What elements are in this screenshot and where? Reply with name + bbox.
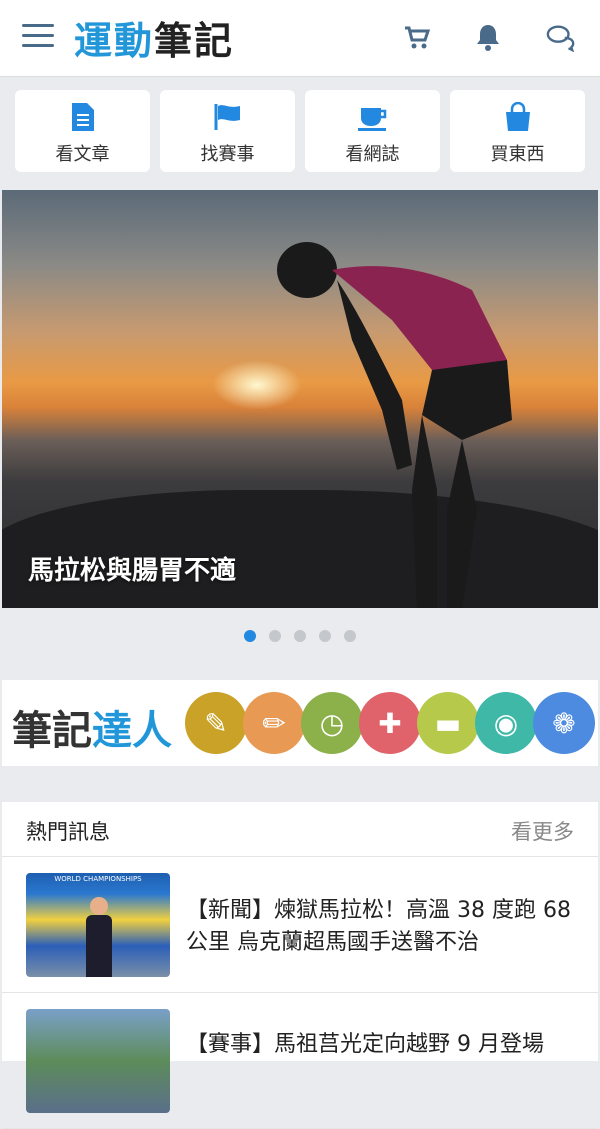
runner-silhouette [277,242,512,608]
expert-banner[interactable]: 筆記達人 ✎ ✏ ◷ ✚ ▬ ◉ ❁ [2,680,598,766]
stopwatch-icon[interactable]: ◷ [301,692,363,754]
carousel-dot-5[interactable] [344,630,356,642]
news-thumbnail [26,1009,170,1113]
logo-text-2: 筆記 [154,18,235,63]
quick-link-articles[interactable]: 看文章 [15,90,150,172]
flag-icon [214,104,240,130]
news-title[interactable]: 【新聞】煉獄馬拉松！高溫 38 度跑 68 公里 烏克蘭超馬國手送醫不治 [186,895,576,959]
thumbnail-banner-text: WORLD CHAMPIONSHIPS [54,875,142,883]
document-icon [71,103,94,131]
quick-link-label: 看網誌 [345,144,400,165]
hot-news-section: 熱門訊息 看更多 WORLD CHAMPIONSHIPS 【新聞】煉獄馬拉松！高… [2,802,598,1129]
logo-text-1: 運動 [74,18,155,63]
cart-icon[interactable] [402,22,432,52]
carousel-dot-4[interactable] [319,630,331,642]
expert-title-part1: 筆記 [12,708,92,754]
quick-link-shop[interactable]: 買東西 [450,90,585,172]
carousel-dot-2[interactable] [269,630,281,642]
shopping-bag-icon [505,102,530,131]
chat-icon[interactable] [546,22,576,52]
quick-link-label: 找賽事 [200,144,255,165]
pencil-icon[interactable]: ✏ [243,692,305,754]
quill-icon[interactable]: ✎ [185,692,247,754]
quick-link-blogs[interactable]: 看網誌 [305,90,440,172]
see-more-link[interactable]: 看更多 [511,816,574,846]
site-logo[interactable]: 運動 筆記 [74,12,235,63]
quick-link-events[interactable]: 找賽事 [160,90,295,172]
hero-carousel-slide[interactable]: 馬拉松與腸胃不適 [2,190,598,608]
bike-icon[interactable]: ❁ [533,692,595,754]
carousel-dots [244,630,356,642]
news-title[interactable]: 【賽事】馬祖莒光定向越野 9 月登場 [186,1029,576,1061]
hot-news-title: 熱門訊息 [26,820,110,844]
expert-title-part2: 達人 [92,708,172,754]
bell-icon[interactable] [473,22,503,52]
hero-caption[interactable]: 馬拉松與腸胃不適 [28,550,236,587]
medical-cross-icon[interactable]: ✚ [359,692,421,754]
train-icon[interactable]: ▬ [417,692,479,754]
news-item[interactable]: WORLD CHAMPIONSHIPS 【新聞】煉獄馬拉松！高溫 38 度跑 6… [2,857,598,993]
carousel-dot-1[interactable] [244,630,256,642]
camera-icon[interactable]: ◉ [475,692,537,754]
news-thumbnail: WORLD CHAMPIONSHIPS [26,873,170,977]
hot-news-header: 熱門訊息 看更多 [2,802,598,857]
quick-link-label: 看文章 [55,144,110,165]
menu-icon[interactable] [22,24,54,50]
top-bar: 運動 筆記 [0,0,600,77]
news-item[interactable]: 【賽事】馬祖莒光定向越野 9 月登場 [2,993,598,1129]
carousel-dot-3[interactable] [294,630,306,642]
cup-icon [357,108,386,131]
expert-title: 筆記達人 [12,698,172,756]
quick-link-label: 買東西 [490,144,545,165]
